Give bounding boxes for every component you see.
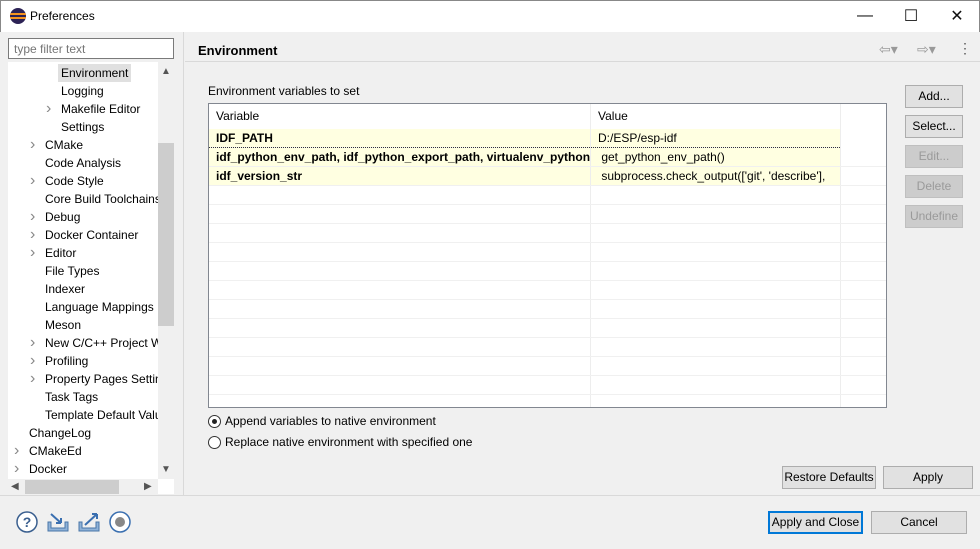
tree-item[interactable]: Indexer bbox=[45, 280, 85, 298]
table-row[interactable] bbox=[209, 186, 886, 205]
expand-chevron-icon[interactable]: › bbox=[14, 442, 19, 460]
minimize-button[interactable]: — bbox=[842, 0, 888, 32]
divider bbox=[0, 495, 980, 496]
view-menu-icon[interactable]: ⋮ bbox=[958, 40, 972, 57]
radio-option[interactable]: Replace native environment with specifie… bbox=[208, 435, 472, 449]
undefine-button[interactable]: Undefine bbox=[905, 205, 963, 228]
vertical-scroll-thumb[interactable] bbox=[158, 143, 174, 326]
eclipse-logo-icon bbox=[10, 8, 26, 24]
scroll-left-icon[interactable]: ◀ bbox=[11, 481, 19, 492]
radio-label: Append variables to native environment bbox=[225, 414, 436, 428]
close-button[interactable]: ✕ bbox=[934, 0, 980, 32]
tree-item[interactable]: Editor bbox=[45, 244, 76, 262]
tree-item[interactable]: Logging bbox=[61, 82, 104, 100]
table-row[interactable] bbox=[209, 357, 886, 376]
expand-chevron-icon[interactable]: › bbox=[30, 244, 35, 262]
preference-tree: Environment Logging › Makefile Editor Settin… bbox=[8, 62, 174, 494]
radio-option[interactable]: Append variables to native environment bbox=[208, 414, 436, 428]
tree-item[interactable]: Code Style bbox=[45, 172, 104, 190]
scroll-up-icon[interactable]: ▲ bbox=[161, 66, 171, 77]
tree-item[interactable]: Debug bbox=[45, 208, 80, 226]
table-row[interactable] bbox=[209, 281, 886, 300]
radio-button[interactable] bbox=[208, 414, 221, 428]
tree-item[interactable]: File Types bbox=[45, 262, 99, 280]
title-bar bbox=[0, 0, 980, 32]
tree-item[interactable]: Template Default Valu bbox=[45, 406, 162, 424]
table-row[interactable] bbox=[209, 243, 886, 262]
variable-cell: idf_version_str bbox=[209, 167, 590, 185]
tree-item[interactable]: New C/C++ Project W bbox=[45, 334, 162, 352]
table-row[interactable] bbox=[209, 205, 886, 224]
tree-item[interactable]: Makefile Editor bbox=[61, 100, 140, 118]
expand-chevron-icon[interactable]: › bbox=[30, 370, 35, 388]
expand-chevron-icon[interactable]: › bbox=[30, 226, 35, 244]
tree-item[interactable]: Core Build Toolchains bbox=[45, 190, 161, 208]
scroll-down-icon[interactable]: ▼ bbox=[161, 464, 171, 475]
table-row[interactable]: idf_version_str subprocess.check_output(… bbox=[209, 167, 886, 186]
tree-item[interactable]: Docker bbox=[29, 460, 67, 478]
expand-chevron-icon[interactable]: › bbox=[30, 334, 35, 352]
tree-item[interactable]: Meson bbox=[45, 316, 81, 334]
tree-item[interactable]: CMakeEd bbox=[29, 442, 82, 460]
variable-cell: IDF_PATH bbox=[209, 129, 590, 147]
forward-icon[interactable]: ⇨▾ bbox=[917, 41, 936, 58]
tree-item[interactable]: Settings bbox=[61, 118, 104, 136]
column-header-variable[interactable]: Variable bbox=[209, 104, 591, 129]
tree-item[interactable]: Language Mappings bbox=[45, 298, 154, 316]
page-title: Environment bbox=[198, 43, 278, 58]
tree-item[interactable]: Code Analysis bbox=[45, 154, 121, 172]
delete-button[interactable]: Delete bbox=[905, 175, 963, 198]
radio-label: Replace native environment with specifie… bbox=[225, 435, 473, 449]
apply-and-close-button[interactable]: Apply and Close bbox=[768, 511, 863, 534]
tree-item[interactable]: Docker Container bbox=[45, 226, 138, 244]
variable-cell: idf_python_env_path, idf_python_export_p… bbox=[209, 148, 590, 166]
export-icon[interactable] bbox=[77, 510, 101, 534]
filter-input[interactable] bbox=[8, 38, 174, 59]
value-cell: D:/ESP/esp-idf bbox=[591, 129, 840, 147]
table-row[interactable] bbox=[209, 300, 886, 319]
cancel-button[interactable]: Cancel bbox=[871, 511, 967, 534]
table-row[interactable] bbox=[209, 395, 886, 414]
record-icon[interactable] bbox=[108, 510, 132, 534]
radio-button[interactable] bbox=[208, 435, 221, 449]
variables-label: Environment variables to set bbox=[208, 84, 360, 98]
expand-chevron-icon[interactable]: › bbox=[14, 460, 19, 478]
help-icon[interactable]: ? bbox=[15, 510, 39, 534]
add-button[interactable]: Add... bbox=[905, 85, 963, 108]
tree-item[interactable]: Profiling bbox=[45, 352, 88, 370]
table-row[interactable]: idf_python_env_path, idf_python_export_p… bbox=[209, 148, 886, 167]
apply-button[interactable]: Apply bbox=[883, 466, 973, 489]
expand-chevron-icon[interactable]: › bbox=[30, 208, 35, 226]
table-row[interactable]: IDF_PATH D:/ESP/esp-idf bbox=[209, 129, 840, 148]
svg-text:?: ? bbox=[23, 514, 32, 530]
select-button[interactable]: Select... bbox=[905, 115, 963, 138]
maximize-button[interactable]: ☐ bbox=[888, 0, 934, 32]
table-row[interactable] bbox=[209, 224, 886, 243]
column-header-value[interactable]: Value bbox=[591, 104, 841, 129]
import-icon[interactable] bbox=[46, 510, 70, 534]
value-cell: subprocess.check_output(['git', 'describ… bbox=[591, 167, 840, 185]
horizontal-scroll-thumb[interactable] bbox=[25, 480, 119, 494]
tree-item[interactable]: Property Pages Settin bbox=[45, 370, 162, 388]
page-header bbox=[185, 32, 980, 62]
table-row[interactable] bbox=[209, 376, 886, 395]
restore-defaults-button[interactable]: Restore Defaults bbox=[782, 466, 876, 489]
tree-item[interactable]: Task Tags bbox=[45, 388, 98, 406]
table-row[interactable] bbox=[209, 338, 886, 357]
expand-chevron-icon[interactable]: › bbox=[30, 352, 35, 370]
expand-chevron-icon[interactable]: › bbox=[30, 172, 35, 190]
scroll-right-icon[interactable]: ▶ bbox=[144, 481, 152, 492]
expand-chevron-icon[interactable]: › bbox=[46, 100, 51, 118]
value-cell: get_python_env_path() bbox=[591, 148, 840, 166]
back-icon[interactable]: ⇦▾ bbox=[879, 41, 898, 58]
tree-item[interactable]: Environment bbox=[58, 64, 132, 82]
expand-chevron-icon[interactable]: › bbox=[30, 136, 35, 154]
tree-item[interactable]: CMake bbox=[45, 136, 83, 154]
window-title: Preferences bbox=[30, 9, 95, 23]
environment-table[interactable]: Variable Value IDF_PATH D:/ESP/esp-idf idf… bbox=[208, 103, 887, 414]
tree-item[interactable]: ChangeLog bbox=[29, 424, 91, 442]
edit-button[interactable]: Edit... bbox=[905, 145, 963, 168]
table-row[interactable] bbox=[209, 262, 886, 281]
table-row[interactable] bbox=[209, 319, 886, 338]
